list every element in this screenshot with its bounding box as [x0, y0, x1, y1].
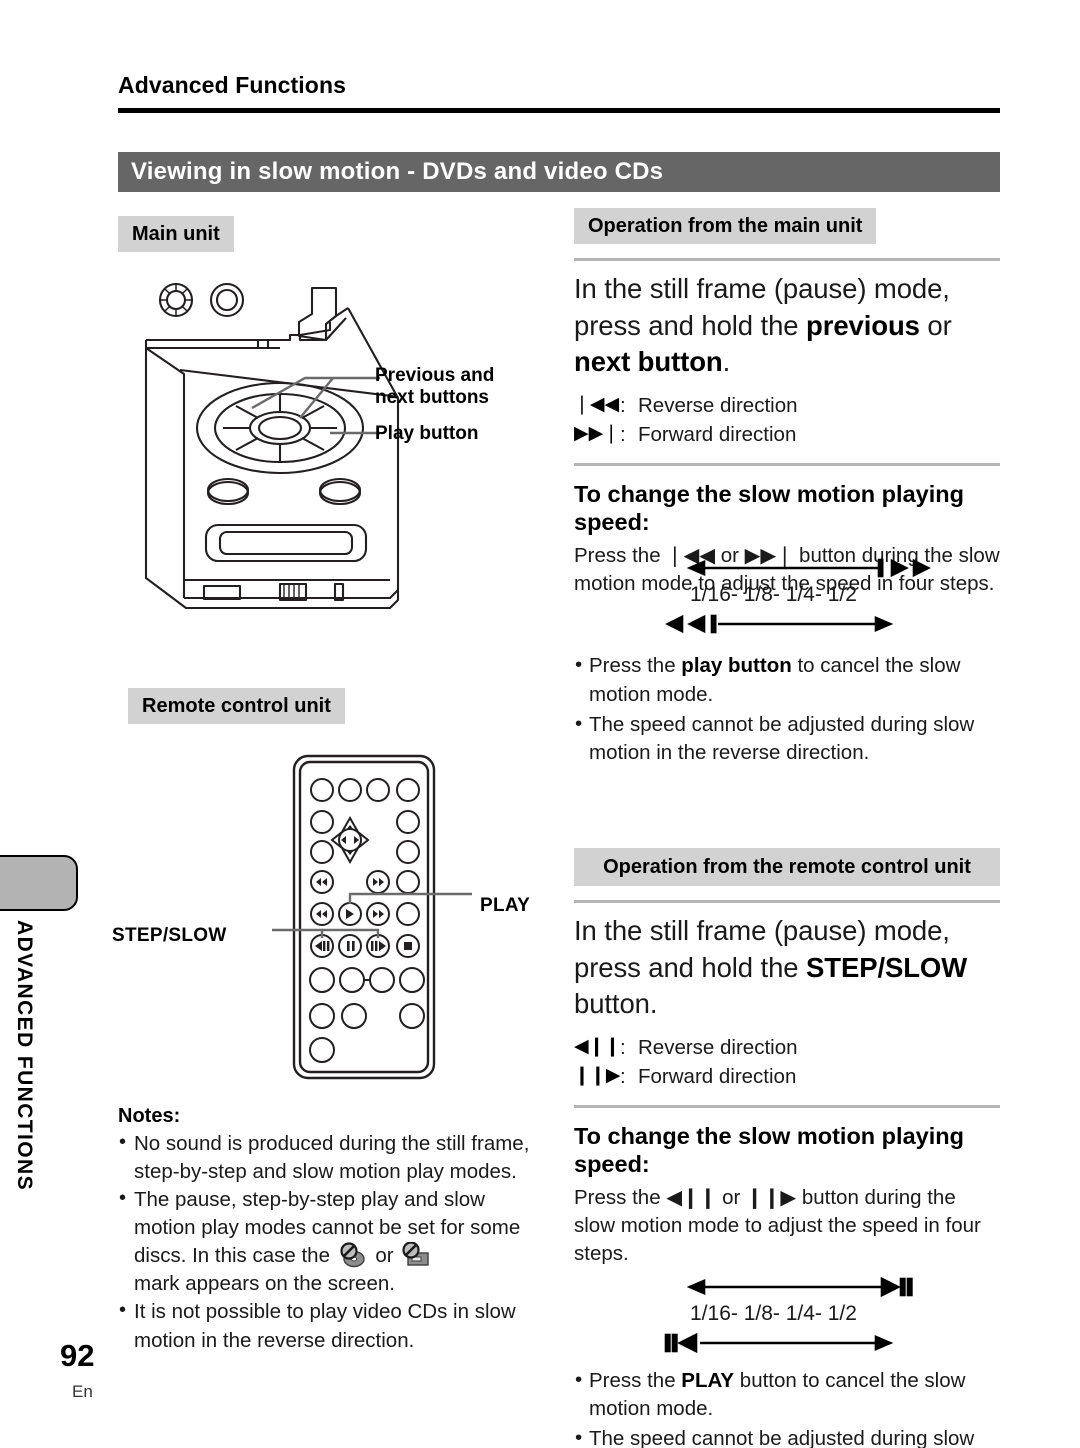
bullet-cancel-slow-motion: Press the play button to cancel the slow…: [574, 651, 1000, 708]
callout-step-slow: STEP/SLOW: [112, 925, 227, 946]
bullet-bold-play-button: play button: [681, 654, 792, 678]
step-slow-reverse-icon: ◀❙❙: [574, 1035, 621, 1057]
direction-label: Reverse direction: [638, 1035, 798, 1059]
speed-text-pre: Press the: [574, 1186, 667, 1210]
note-item: The pause, step-by-step play and slow mo…: [118, 1185, 552, 1298]
speed-heading: To change the slow motion playing speed:: [574, 480, 964, 536]
manual-page: Advanced Functions Viewing in slow motio…: [0, 0, 1080, 1448]
step-slow-forward-icon: ❙❙▶: [746, 1186, 797, 1210]
no-video-deck-icon: [402, 1242, 430, 1267]
pause-button: [338, 934, 362, 958]
page-title: Viewing in slow motion - DVDs and video …: [131, 158, 664, 185]
knob-plain: [209, 282, 245, 318]
speed-values: 1/16- 1/8- 1/4- 1/2: [690, 583, 857, 607]
remote-instruction: In the still frame (pause) mode, press a…: [574, 913, 1000, 1023]
page-language: En: [72, 1382, 93, 1401]
notes-title: Notes:: [118, 1105, 181, 1127]
colon: :: [620, 422, 626, 446]
side-tab-label: ADVANCED FUNCTIONS: [13, 920, 36, 1191]
instruction-conjunction: or: [919, 309, 952, 341]
dpad: [330, 815, 370, 865]
step-slow-reverse-icon: ◀❙❙: [666, 1186, 717, 1210]
speed-values: 1/16- 1/8- 1/4- 1/2: [690, 1301, 857, 1325]
label-main-unit: Main unit: [118, 216, 234, 252]
note-tail: mark appears on the screen.: [134, 1272, 395, 1296]
label-operation-remote-unit: Operation from the remote control unit: [574, 848, 1000, 886]
divider: [574, 900, 1000, 903]
callout-play-remote: PLAY: [480, 895, 531, 916]
remote-control-illustration: [272, 754, 472, 1080]
step-slow-forward-icon: ❙❙▶: [574, 1064, 621, 1086]
notes-block: Notes: No sound is produced during the s…: [118, 1105, 552, 1355]
direction-row-forward: ❙❙▶ : Forward direction: [574, 1062, 1000, 1091]
label-operation-main-unit: Operation from the main unit: [574, 208, 877, 244]
direction-label: Forward direction: [638, 1064, 797, 1088]
main-unit-illustration: [144, 282, 400, 610]
speed-diagram-main-unit: 1/16- 1/8- 1/4- 1/2: [660, 554, 1000, 638]
note-item: It is not possible to play video CDs in …: [118, 1297, 552, 1354]
divider: [574, 462, 1000, 466]
header-rule: [118, 108, 1000, 113]
section-remote-unit: In the still frame (pause) mode, press a…: [574, 900, 1000, 1448]
bullet-no-reverse-speed: The speed cannot be adjusted during slow…: [574, 1424, 1000, 1448]
divider: [574, 1104, 1000, 1108]
colon: :: [620, 1064, 626, 1088]
next-skip-icon: ▶▶❘: [574, 422, 620, 444]
speed-instruction: Press the ◀❙❙ or ❙❙▶ button during the s…: [574, 1184, 1000, 1268]
direction-label: Forward direction: [638, 422, 797, 446]
display-panel: [204, 523, 368, 563]
speed-diagram-remote-unit: 1/16- 1/8- 1/4- 1/2: [660, 1273, 1000, 1357]
bullet-bold-play: PLAY: [681, 1368, 735, 1392]
speed-heading: To change the slow motion playing speed:: [574, 1122, 964, 1178]
note-join: or: [369, 1244, 400, 1268]
running-head: Advanced Functions: [118, 72, 346, 98]
instruction-bold-next: next button: [574, 346, 723, 378]
label-remote-control-unit: Remote control unit: [128, 688, 345, 724]
note-text: The pause, step-by-step play and slow mo…: [134, 1188, 521, 1268]
callout-play-button: Play button: [375, 423, 479, 444]
bullet-cancel-slow-motion: Press the PLAY button to cancel the slow…: [574, 1366, 1000, 1423]
divider: [574, 258, 1000, 261]
no-disc-icon: [340, 1242, 365, 1268]
thumb-tab: [0, 855, 78, 911]
bullet-text-pre: Press the: [589, 1368, 682, 1392]
bullet-text-pre: Press the: [589, 654, 682, 678]
remote-body: [292, 754, 436, 1080]
bullet-no-reverse-speed: The speed cannot be adjusted during slow…: [574, 710, 1000, 767]
page-number: 92: [60, 1338, 95, 1373]
direction-row-reverse: ❘◀◀ : Reverse direction: [574, 391, 1000, 420]
speed-text-pre: Press the: [574, 544, 667, 568]
callout-previous-next-buttons: Previous and next buttons: [375, 365, 495, 408]
direction-row-reverse: ◀❙❙ : Reverse direction: [574, 1033, 1000, 1062]
section-main-unit: In the still frame (pause) mode, press a…: [574, 258, 1000, 767]
instruction-period: .: [722, 346, 731, 378]
note-item: No sound is produced during the still fr…: [118, 1129, 552, 1186]
instruction-bold-step-slow: STEP/SLOW: [806, 951, 968, 983]
instruction-end: button.: [574, 988, 658, 1020]
colon: :: [620, 393, 626, 417]
direction-row-forward: ▶▶❘ : Forward direction: [574, 420, 1000, 449]
chapter-title-bar: Viewing in slow motion - DVDs and video …: [118, 152, 1000, 192]
speed-conjunction: or: [716, 1186, 747, 1210]
colon: :: [620, 1035, 626, 1059]
main-unit-instruction: In the still frame (pause) mode, press a…: [574, 271, 1000, 381]
previous-skip-icon: ❘◀◀: [574, 393, 620, 415]
direction-label: Reverse direction: [638, 393, 798, 417]
instruction-bold-previous: previous: [806, 309, 920, 341]
